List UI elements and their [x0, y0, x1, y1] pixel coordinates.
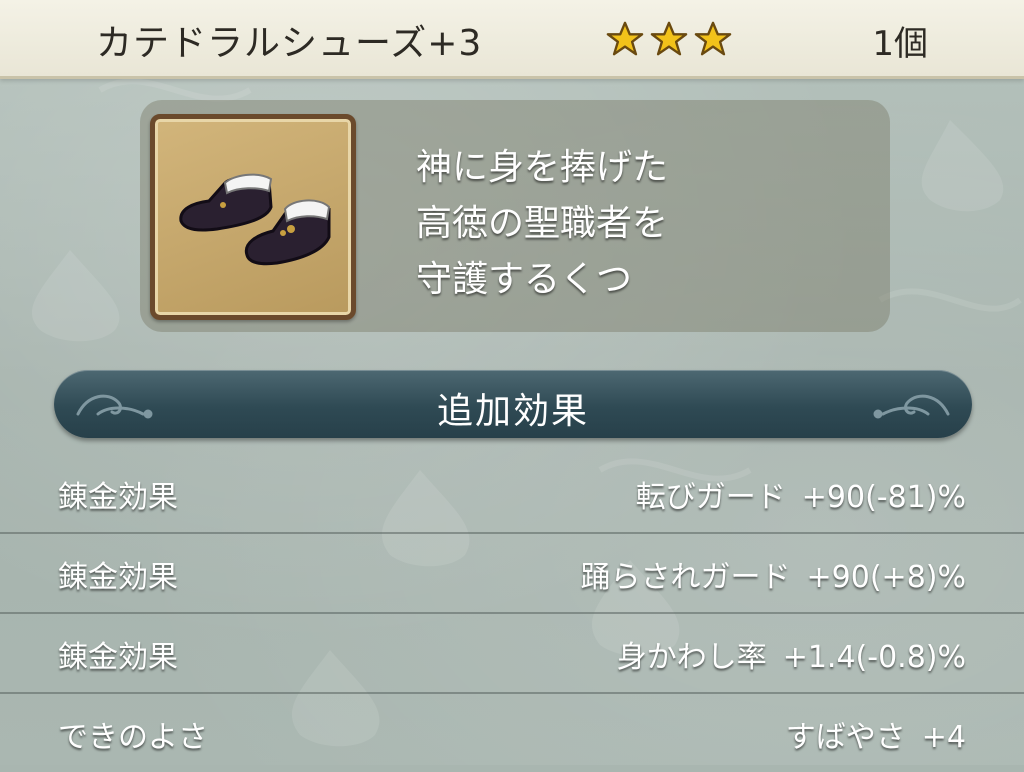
star-icon	[694, 21, 732, 56]
item-header-bar: カテドラルシューズ+3 1個	[0, 0, 1024, 79]
quality-stat-name: すばやさ	[785, 720, 906, 755]
effect-amount: +90(-81)%	[801, 480, 966, 515]
item-icon-frame	[150, 114, 356, 320]
rarity-stars	[606, 20, 732, 58]
effect-name: 踊らされガード	[580, 560, 791, 595]
quality-label: できのよさ	[58, 720, 208, 755]
quality-value: すばやさ +4	[786, 712, 966, 756]
effect-row: 錬金効果 踊らされガード +90(+8)%	[0, 532, 1024, 614]
quality-amount: +4	[921, 720, 966, 755]
swirl-ornament-right	[873, 394, 950, 419]
effect-value: 転びガード +90(-81)%	[636, 472, 966, 516]
effect-label: 錬金効果	[58, 560, 178, 595]
effect-value: 身かわし率 +1.4(-0.8)%	[617, 632, 966, 676]
description-line: 高徳の聖職者を	[416, 203, 669, 244]
effect-amount: +1.4(-0.8)%	[782, 640, 966, 675]
star-icon	[606, 21, 644, 56]
effect-amount: +90(+8)%	[806, 560, 966, 595]
description-line: 守護するくつ	[416, 259, 633, 300]
effect-name: 身かわし率	[616, 640, 767, 675]
effect-row: 錬金効果 転びガード +90(-81)%	[0, 452, 1024, 534]
effect-value: 踊らされガード +90(+8)%	[581, 552, 966, 596]
shoes-icon	[179, 173, 331, 266]
effect-name: 転びガード	[635, 480, 786, 515]
description-line: 神に身を捧げた	[416, 147, 669, 188]
additional-effects-banner: 追加効果	[54, 370, 972, 438]
quality-row: できのよさ すばやさ +4	[0, 692, 1024, 772]
effect-row: 錬金効果 身かわし率 +1.4(-0.8)%	[0, 612, 1024, 694]
section-title: 追加効果	[436, 391, 589, 432]
item-name: カテドラルシューズ+3	[96, 23, 483, 64]
star-icon	[650, 21, 688, 56]
item-quantity: 1個	[872, 24, 928, 64]
effect-label: 錬金効果	[58, 480, 178, 515]
effect-label: 錬金効果	[58, 640, 178, 675]
item-description: 神に身を捧げた 高徳の聖職者を 守護するくつ	[416, 140, 668, 308]
